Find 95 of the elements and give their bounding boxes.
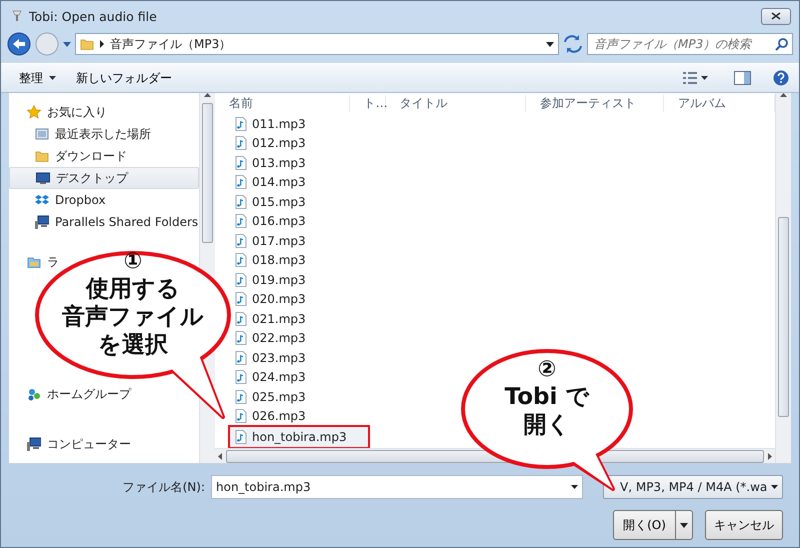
open-button[interactable]: 開く(O) xyxy=(613,510,693,540)
scrollbar-thumb[interactable] xyxy=(202,103,213,243)
file-item[interactable]: 023.mp3 xyxy=(233,348,312,368)
recent-places-icon xyxy=(35,127,49,141)
file-item[interactable]: 018.mp3 xyxy=(233,250,312,270)
new-folder-button[interactable]: 新しいフォルダー xyxy=(68,66,180,90)
file-item[interactable]: 020.mp3 xyxy=(233,290,312,310)
step-number: ① xyxy=(124,249,142,275)
app-icon xyxy=(11,10,23,22)
file-item[interactable]: 026.mp3 xyxy=(233,406,312,426)
audio-file-icon xyxy=(235,409,247,424)
close-icon xyxy=(771,12,781,20)
step-number: ② xyxy=(538,357,556,383)
organize-menu[interactable]: 整理 xyxy=(11,66,64,90)
file-item[interactable]: 012.mp3 xyxy=(233,134,312,154)
audio-file-icon xyxy=(235,292,247,306)
audio-file-icon xyxy=(235,116,247,131)
callout-text: 音声ファイル xyxy=(62,303,204,331)
file-item[interactable]: 011.mp3 xyxy=(233,114,312,134)
scrollbar[interactable] xyxy=(775,93,791,463)
sidebar-header[interactable]: ラ xyxy=(9,251,63,273)
filename-label: ファイル名(N): xyxy=(122,478,205,496)
file-item[interactable]: 017.mp3 xyxy=(233,231,312,251)
file-item[interactable]: 021.mp3 xyxy=(233,309,312,329)
sidebar-header[interactable]: お気に入り xyxy=(9,101,111,123)
address-path: 音声ファイル（MP3） xyxy=(110,36,232,52)
close-button[interactable] xyxy=(761,8,791,24)
audio-file-icon xyxy=(235,430,247,444)
audio-file-icon xyxy=(235,194,247,209)
scroll-right-icon xyxy=(768,452,772,460)
sidebar-item[interactable]: Parallels Shared Folders xyxy=(9,211,199,233)
monitor-icon xyxy=(36,171,50,185)
cancel-button[interactable]: キャンセル xyxy=(705,510,783,540)
callout-text: を選択 xyxy=(98,331,168,359)
star-icon xyxy=(27,105,41,119)
audio-file-icon xyxy=(235,136,247,150)
audio-file-icon xyxy=(235,390,247,404)
file-item[interactable]: 022.mp3 xyxy=(233,328,312,348)
sidebar-item[interactable]: Dropbox xyxy=(9,189,199,211)
audio-file-icon xyxy=(235,253,247,268)
file-item[interactable]: 019.mp3 xyxy=(233,270,312,290)
sidebar-item[interactable]: デスクトップ xyxy=(9,167,199,189)
search-field[interactable]: 音声ファイル（MP3）の検索 xyxy=(587,33,793,55)
dropdown-icon[interactable] xyxy=(546,42,554,46)
folder-icon xyxy=(80,37,94,51)
scroll-left-icon xyxy=(218,452,222,460)
callout-text: 開く xyxy=(524,411,570,439)
dropdown-icon xyxy=(771,485,778,489)
audio-file-icon xyxy=(235,175,247,190)
history-dropdown-icon[interactable] xyxy=(63,42,71,46)
audio-file-icon xyxy=(235,312,247,326)
window-title: Tobi: Open audio file xyxy=(29,8,158,24)
file-item[interactable]: 015.mp3 xyxy=(233,192,312,212)
audio-file-icon xyxy=(235,234,247,248)
computer-icon xyxy=(27,437,41,451)
sidebar-item[interactable]: 最近表示した場所 xyxy=(9,123,199,145)
dropdown-icon xyxy=(571,485,578,489)
audio-file-icon xyxy=(235,350,247,365)
file-item[interactable]: 014.mp3 xyxy=(233,172,312,192)
sidebar-header[interactable]: ホームグループ xyxy=(9,383,135,405)
callout-text: 使用する xyxy=(86,275,180,303)
file-item[interactable]: 025.mp3 xyxy=(233,387,312,407)
caret-icon xyxy=(49,76,56,80)
preview-pane-icon[interactable] xyxy=(734,71,751,85)
audio-file-icon xyxy=(235,331,247,346)
library-icon xyxy=(27,255,41,269)
column-header[interactable]: 参加アーティスト xyxy=(526,94,664,112)
audio-file-icon xyxy=(235,214,247,228)
network-computer-icon xyxy=(35,215,49,229)
file-item[interactable]: 024.mp3 xyxy=(233,368,312,388)
refresh-icon[interactable] xyxy=(563,34,583,54)
audio-file-icon xyxy=(235,156,247,170)
file-item[interactable]: 013.mp3 xyxy=(233,153,312,173)
help-icon[interactable] xyxy=(773,70,789,86)
back-button[interactable] xyxy=(7,32,31,56)
caret-icon[interactable] xyxy=(701,76,708,80)
audio-file-icon xyxy=(235,370,247,384)
dropbox-icon xyxy=(35,193,49,207)
folder-icon xyxy=(35,149,49,163)
file-item[interactable]: hon_tobira.mp3 xyxy=(229,426,369,448)
sidebar-header[interactable]: コンピューター xyxy=(9,433,135,455)
search-icon xyxy=(775,38,788,50)
sidebar-item[interactable]: ダウンロード xyxy=(9,145,199,167)
homegroup-icon xyxy=(27,387,41,401)
column-header[interactable]: 名前 xyxy=(215,94,350,112)
callout-text: Tobi で xyxy=(504,383,590,411)
file-item[interactable]: 016.mp3 xyxy=(233,212,312,232)
audio-file-icon xyxy=(235,272,247,287)
caret-icon xyxy=(680,522,688,528)
view-icon[interactable] xyxy=(683,71,697,85)
file-type-dropdown[interactable]: V, MP3, MP4 / M4A (*.wa xyxy=(603,475,783,499)
chevron-icon xyxy=(100,40,104,48)
address-bar[interactable]: 音声ファイル（MP3） xyxy=(75,33,559,55)
column-header[interactable]: ト… xyxy=(350,94,386,112)
column-header[interactable]: タイトル xyxy=(386,94,526,112)
